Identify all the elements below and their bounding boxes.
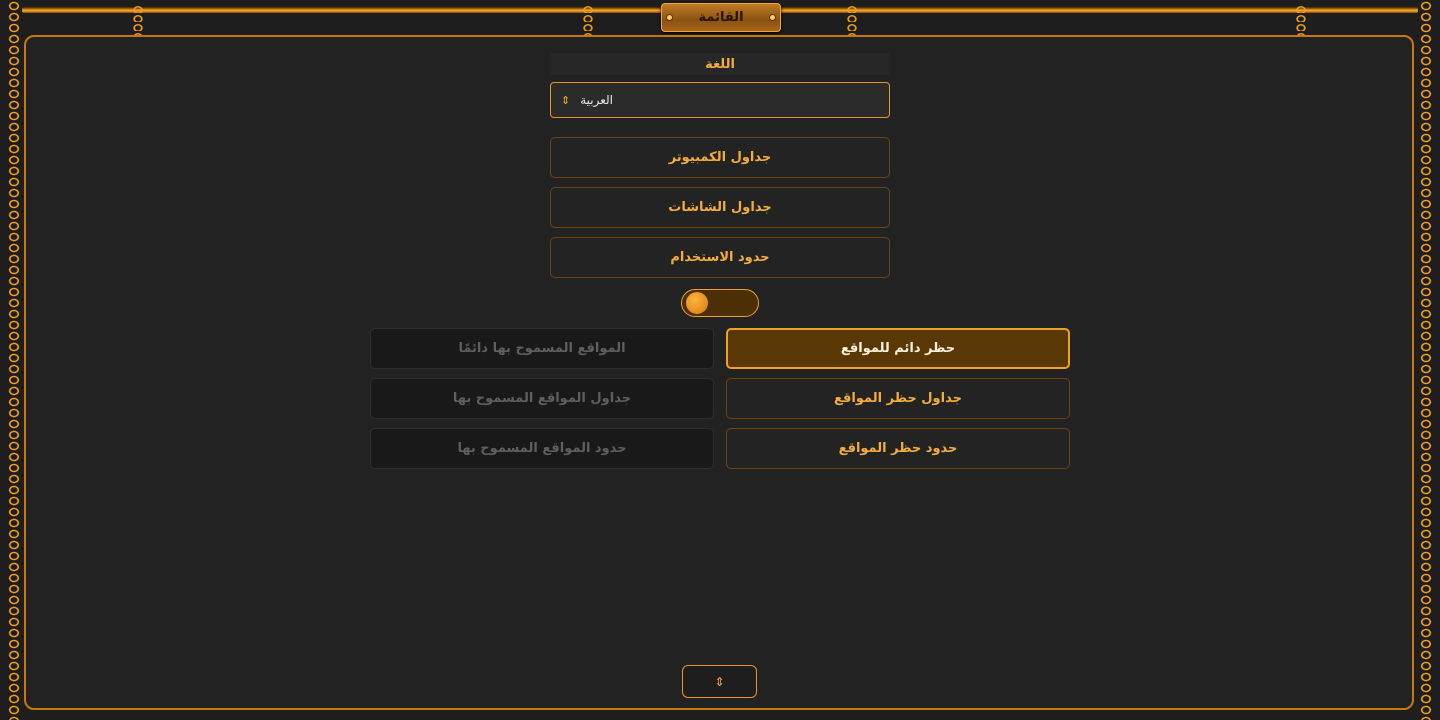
chain-post bbox=[582, 4, 594, 36]
screen-schedules-button[interactable]: جداول الشاشات bbox=[550, 187, 890, 228]
rivet-icon bbox=[769, 14, 776, 21]
site-block-limits-button[interactable]: حدود حظر المواقع bbox=[726, 428, 1070, 469]
permanent-block-sites-button[interactable]: حظر دائم للمواقع bbox=[726, 328, 1070, 369]
app-window: القائمة اللغة ⇕ العربية جداول الكمبيوتر … bbox=[0, 0, 1440, 720]
toggle-knob bbox=[686, 292, 708, 314]
language-selected-value: العربية bbox=[580, 93, 614, 107]
right-chain-border bbox=[1418, 0, 1434, 720]
chain-post bbox=[132, 4, 144, 36]
language-label: اللغة bbox=[550, 53, 890, 75]
computer-schedules-button[interactable]: جداول الكمبيوتر bbox=[550, 137, 890, 178]
left-chain-border bbox=[6, 0, 22, 720]
usage-limits-button[interactable]: حدود الاستخدام bbox=[550, 237, 890, 278]
dropdown-arrows-icon: ⇕ bbox=[561, 93, 571, 107]
mode-toggle[interactable] bbox=[681, 289, 759, 317]
expand-button[interactable]: ⇕ bbox=[682, 665, 757, 698]
menu-tab[interactable]: القائمة bbox=[661, 3, 781, 32]
expand-arrows-icon: ⇕ bbox=[714, 674, 725, 689]
site-block-schedules-button[interactable]: جداول حظر المواقع bbox=[726, 378, 1070, 419]
rivet-icon bbox=[666, 14, 673, 21]
language-select[interactable]: ⇕ العربية bbox=[550, 82, 890, 118]
allowed-sites-limits-button[interactable]: حدود المواقع المسموح بها bbox=[370, 428, 714, 469]
chain-post bbox=[1295, 4, 1307, 36]
menu-tab-label: القائمة bbox=[698, 10, 744, 25]
allowed-sites-schedules-button[interactable]: جداول المواقع المسموح بها bbox=[370, 378, 714, 419]
always-allowed-sites-button[interactable]: المواقع المسموح بها دائمًا bbox=[370, 328, 714, 369]
chain-post bbox=[846, 4, 858, 36]
